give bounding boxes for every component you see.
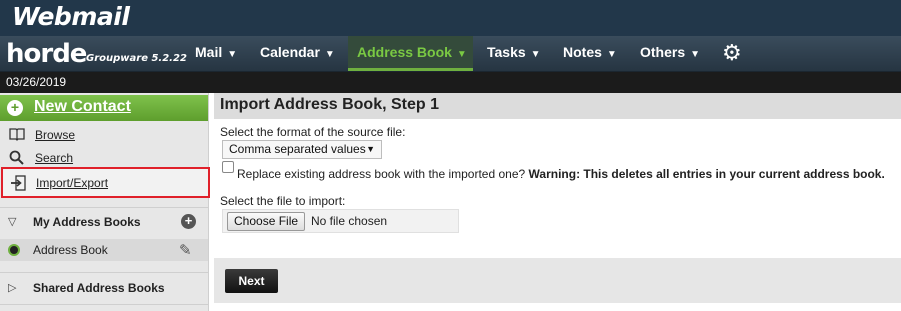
button-bar: Next [214,258,901,303]
search-icon [9,150,24,167]
chevron-down-icon: ▼ [227,49,238,60]
chevron-down-icon: ▼ [366,144,375,154]
page-title: Import Address Book, Step 1 [220,96,439,113]
add-address-book-icon[interactable]: + [181,214,196,229]
shared-address-books-header[interactable]: ▷ Shared Address Books [0,277,208,299]
nav-others[interactable]: Others ▼ [640,36,700,71]
address-book-label: Address Book [33,243,108,257]
sidebar-item-import-export[interactable]: Import/Export [1,167,210,198]
nav-mail[interactable]: Mail ▼ [195,36,237,71]
expand-triangle-icon: ▷ [8,282,17,294]
main-nav: horde Groupware 5.2.22 Mail ▼ Calendar ▼ A… [0,36,901,72]
gear-icon[interactable]: ⚙ [722,42,742,64]
replace-label: Replace existing address book with the i… [237,167,885,181]
main-content: Import Address Book, Step 1 Select the f… [214,93,901,311]
my-address-books-header[interactable]: ▽ My Address Books + [0,211,208,233]
nav-tasks[interactable]: Tasks ▼ [487,36,541,71]
edit-pencil-icon[interactable]: ✎ [179,241,192,259]
plus-icon: + [7,100,23,116]
next-button[interactable]: Next [225,269,278,293]
nav-notes[interactable]: Notes ▼ [563,36,617,71]
sidebar: + New Contact Browse Search Import/Expor… [0,93,210,311]
page-header: Import Address Book, Step 1 [214,93,901,119]
format-label: Select the format of the source file: [220,125,406,139]
chevron-down-icon: ▼ [456,49,467,60]
divider [0,207,208,208]
horde-logo[interactable]: horde [6,39,87,69]
chevron-down-icon: ▼ [530,49,541,60]
book-icon [9,127,25,143]
nav-address-book[interactable]: Address Book ▼ [348,36,473,71]
date-bar: 03/26/2019 [0,72,901,93]
current-date: 03/26/2019 [6,75,67,89]
section-title: Shared Address Books [33,281,165,295]
chevron-down-icon: ▼ [690,49,701,60]
sidebar-item-search[interactable]: Search [0,147,208,169]
replace-warning: Warning: This deletes all entries in you… [528,167,885,181]
replace-checkbox[interactable] [222,161,234,173]
file-status: No file chosen [311,214,388,228]
sidebar-item-label: Search [35,151,74,165]
sidebar-item-browse[interactable]: Browse [0,124,208,146]
choose-file-button[interactable]: Choose File [227,212,306,231]
webmail-logo: Webmail [12,2,130,31]
file-label: Select the file to import: [220,194,346,208]
import-form: Select the format of the source file: Co… [214,119,901,258]
chevron-down-icon: ▼ [324,49,335,60]
webmail-header: Webmail [0,0,901,36]
import-export-icon [11,175,26,194]
new-contact-label: New Contact [34,98,131,115]
address-book-item[interactable]: Address Book ✎ [0,239,208,261]
product-version: Groupware 5.2.22 [86,53,187,64]
divider [0,304,208,305]
collapse-triangle-icon: ▽ [8,216,17,228]
sidebar-item-label: Import/Export [36,176,109,190]
sidebar-item-label: Browse [35,128,76,142]
chevron-down-icon: ▼ [606,49,617,60]
active-book-indicator[interactable] [8,244,20,256]
new-contact-button[interactable]: + New Contact [0,95,208,121]
divider [0,272,208,273]
nav-calendar[interactable]: Calendar ▼ [260,36,335,71]
file-input[interactable]: Choose File No file chosen [222,209,459,233]
format-select[interactable]: Comma separated values ▼ [222,140,382,159]
section-title: My Address Books [33,215,141,229]
